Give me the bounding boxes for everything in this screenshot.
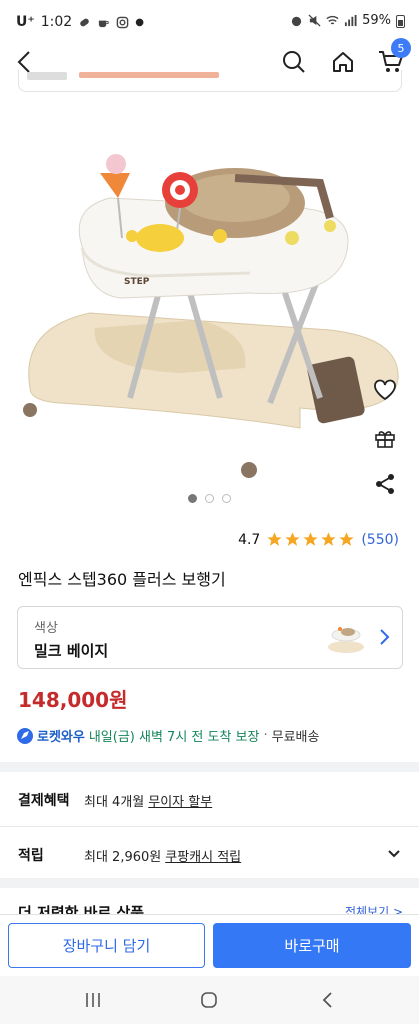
star-icon bbox=[285, 532, 300, 546]
review-count-link[interactable]: (550) bbox=[361, 532, 399, 548]
baby-walker-illustration: STEP bbox=[23, 154, 399, 478]
star-icon bbox=[267, 532, 282, 546]
price: 148,000원 bbox=[18, 688, 128, 712]
back-nav-icon bbox=[322, 992, 332, 1008]
rocket-icon bbox=[17, 727, 33, 744]
bottom-action-bar: 장바구니 담기 바로구매 bbox=[0, 914, 419, 976]
benefit-prefix: 최대 2,960원 bbox=[84, 849, 162, 865]
option-label: 색상 bbox=[34, 621, 58, 636]
rocket-wow-badge: 로켓와우 bbox=[37, 730, 85, 745]
back-nav-button[interactable] bbox=[314, 988, 340, 1012]
instagram-icon bbox=[116, 16, 129, 28]
chevron-down-icon[interactable] bbox=[387, 847, 401, 861]
carousel-dot-1[interactable] bbox=[188, 494, 197, 503]
carrier-label: U⁺ bbox=[16, 14, 35, 30]
cart-count-badge: 5 bbox=[391, 38, 411, 58]
reward-benefit-row[interactable]: 적립 최대 2,960원 쿠팡캐시 적립 bbox=[0, 827, 419, 883]
cashback-link[interactable]: 쿠팡캐시 적립 bbox=[165, 846, 241, 865]
rating-stars bbox=[266, 531, 355, 548]
cheaper-products-section: 더 저렴한 바로 상품 전체보기 > bbox=[0, 888, 419, 916]
pill-icon bbox=[80, 18, 90, 26]
installment-link[interactable]: 무이자 할부 bbox=[148, 791, 212, 810]
payment-benefit-row: 결제혜택 최대 4개월 무이자 할부 bbox=[0, 772, 419, 828]
clock: 1:02 bbox=[40, 14, 73, 30]
more-notifications-dot: ● bbox=[135, 16, 144, 28]
benefit-prefix: 최대 4개월 bbox=[84, 794, 145, 810]
star-icon bbox=[321, 532, 336, 546]
option-value: 밀크 베이지 bbox=[34, 642, 109, 660]
brand-logo-text: STEP bbox=[124, 277, 150, 287]
android-navigation-bar bbox=[0, 976, 419, 1024]
gift-button[interactable] bbox=[367, 420, 403, 456]
free-shipping: 무료배송 bbox=[271, 730, 320, 745]
share-icon bbox=[376, 474, 394, 494]
recent-apps-icon bbox=[86, 993, 100, 1007]
heart-icon bbox=[374, 379, 396, 401]
battery-percent: 59% bbox=[362, 13, 391, 28]
carousel-dot-2[interactable] bbox=[205, 494, 214, 503]
home-nav-button[interactable] bbox=[196, 988, 222, 1012]
delivery-separator: · bbox=[263, 728, 268, 743]
color-option-selector[interactable]: 색상 밀크 베이지 bbox=[17, 606, 403, 669]
arrival-guarantee: 내일(금) 새벽 7시 전 도착 보장 bbox=[88, 730, 260, 745]
battery-icon bbox=[396, 14, 405, 28]
coffee-icon bbox=[99, 20, 109, 27]
chevron-right-icon bbox=[380, 629, 390, 645]
star-icon bbox=[339, 532, 354, 546]
benefit-title: 결제혜택 bbox=[18, 793, 70, 809]
product-title: 엔픽스 스텝360 플러스 보행기 bbox=[18, 570, 226, 589]
alarm-icon bbox=[291, 16, 302, 27]
previous-card-edge bbox=[18, 70, 402, 92]
image-carousel-indicator bbox=[0, 494, 419, 503]
buy-now-button[interactable]: 바로구매 bbox=[213, 923, 411, 968]
home-nav-icon bbox=[201, 992, 217, 1008]
add-to-cart-button[interactable]: 장바구니 담기 bbox=[8, 923, 205, 968]
status-bar: U⁺ 1:02 ● 59% bbox=[0, 0, 419, 44]
rating-row[interactable]: 4.7 (550) bbox=[238, 531, 399, 548]
option-thumbnail bbox=[328, 627, 364, 653]
signal-icon bbox=[345, 14, 357, 27]
star-icon bbox=[303, 532, 318, 546]
benefit-title: 적립 bbox=[18, 848, 44, 864]
carousel-dot-3[interactable] bbox=[222, 494, 231, 503]
wishlist-button[interactable] bbox=[367, 372, 403, 408]
delivery-info: 로켓와우 내일(금) 새벽 7시 전 도착 보장 · 무료배송 bbox=[17, 726, 319, 745]
gift-icon bbox=[375, 431, 395, 448]
rating-value: 4.7 bbox=[238, 531, 261, 548]
section-divider bbox=[0, 762, 419, 772]
section-divider bbox=[0, 878, 419, 888]
product-image[interactable]: STEP bbox=[0, 98, 419, 494]
wifi-icon bbox=[326, 15, 339, 25]
recent-apps-button[interactable] bbox=[80, 988, 106, 1012]
mute-icon bbox=[308, 14, 321, 27]
